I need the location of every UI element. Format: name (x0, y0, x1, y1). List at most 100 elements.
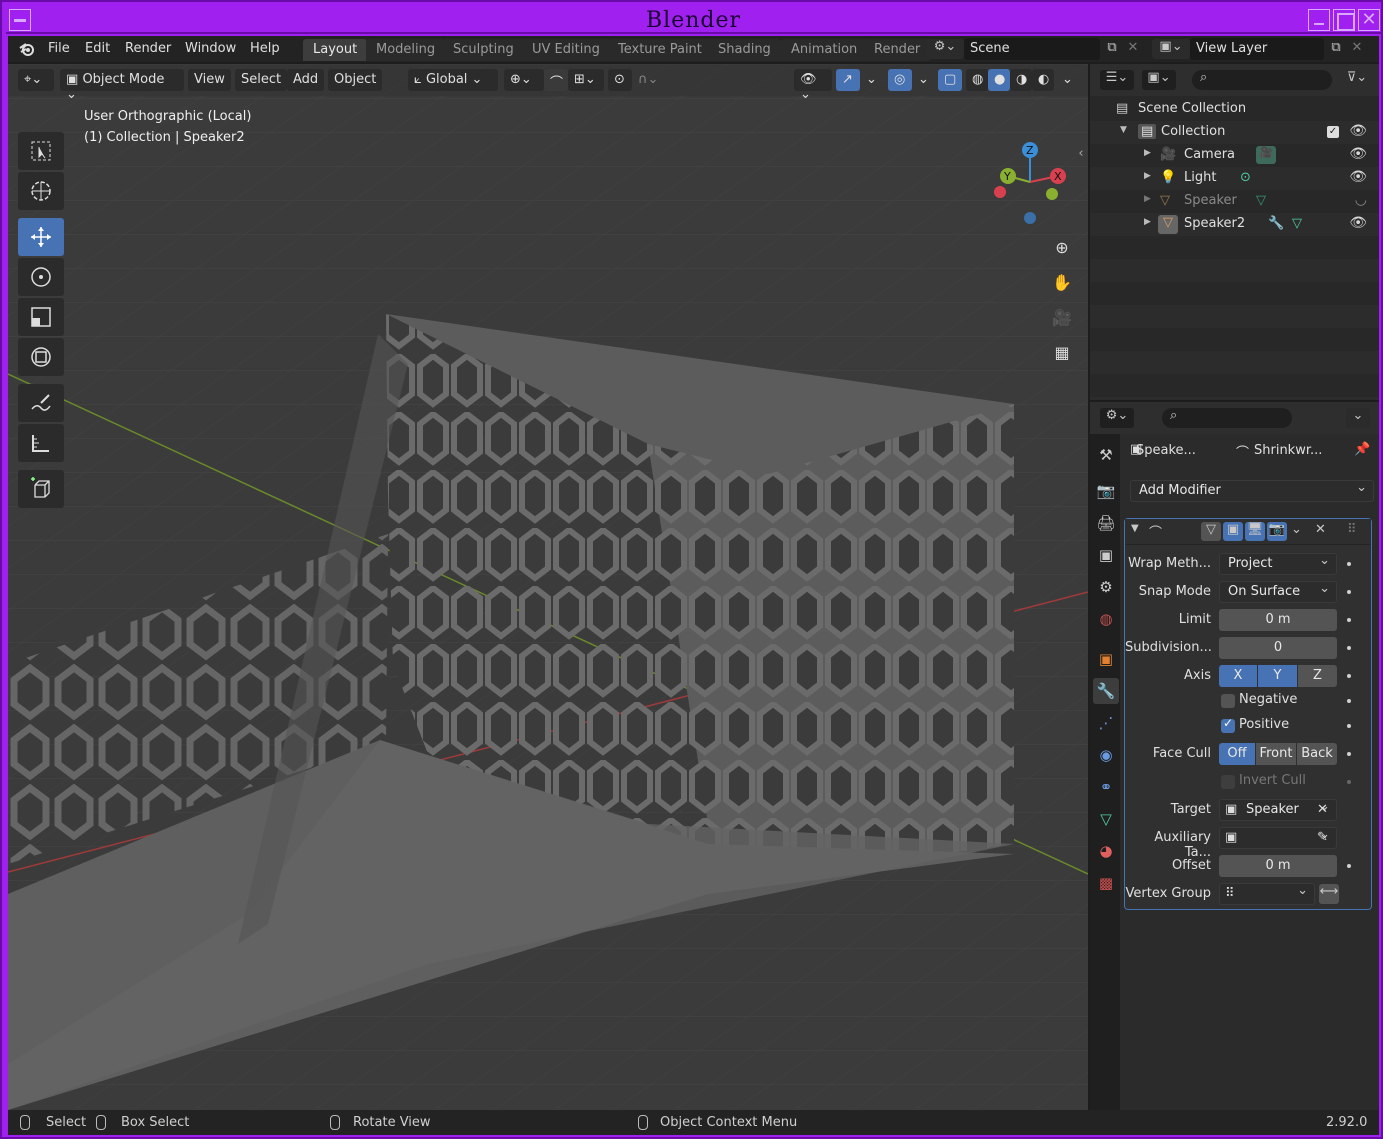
axis-z-toggle[interactable]: Z (1298, 665, 1337, 687)
view-layer-tab-icon[interactable]: ▣ (1093, 542, 1119, 568)
outliner-row-speaker[interactable]: ▶ ▽ Speaker ▽ ◡ (1090, 190, 1379, 213)
keyframe-dot[interactable] (1347, 699, 1351, 703)
eye-icon[interactable]: 👁 (1349, 123, 1367, 139)
properties-options-icon[interactable]: ⌄ (1346, 408, 1370, 428)
texture-tab-icon[interactable]: ▩ (1093, 870, 1119, 896)
viewport-toggle-icon[interactable]: 🖥 (1245, 522, 1265, 541)
axis-x-toggle[interactable]: X (1219, 665, 1257, 687)
visibility-icon[interactable]: 👁⌄ (794, 69, 832, 102)
positive-checkbox[interactable] (1221, 716, 1235, 733)
tab-shading[interactable]: Shading (708, 39, 781, 61)
keyframe-dot[interactable] (1347, 864, 1351, 868)
modifier-tab-icon[interactable]: 🔧 (1093, 678, 1119, 704)
overlays-toggle-icon[interactable]: ◎ (888, 69, 912, 91)
invert-vertex-group-icon[interactable]: ⟷ (1319, 884, 1339, 904)
menu-view[interactable]: View (188, 69, 231, 91)
expand-triangle-icon[interactable]: ▶ (1144, 194, 1151, 204)
render-tab-icon[interactable]: 📷 (1093, 478, 1119, 504)
menu-render[interactable]: Render (125, 41, 171, 56)
outliner-editor-type-icon[interactable]: ☰⌄ (1100, 70, 1134, 90)
snap-target-icon[interactable]: ⊞⌄ (568, 69, 604, 91)
collection-checkbox[interactable]: ✓ (1327, 126, 1339, 138)
keyframe-dot[interactable] (1347, 724, 1351, 728)
outliner-row-speaker2[interactable]: ▶ ▽ Speaker2 🔧 ▽ 👁 (1090, 213, 1379, 236)
menu-file[interactable]: File (48, 41, 70, 56)
eye-icon[interactable]: 👁 (1349, 146, 1367, 162)
3d-viewport[interactable]: ⌖⌄ ▣ Object Mode ⌄ View Select Add Objec… (8, 64, 1088, 1110)
wrap-method-dropdown[interactable]: Project (1219, 551, 1337, 575)
close-button[interactable]: ✕ (1358, 9, 1380, 31)
outliner-search-input[interactable]: ⌕ (1192, 70, 1332, 90)
material-tab-icon[interactable]: ◕ (1093, 838, 1119, 864)
menu-help[interactable]: Help (250, 41, 280, 56)
eye-icon[interactable]: 👁 (1349, 169, 1367, 185)
view-layer-icon[interactable]: ▣⌄ (1152, 39, 1190, 59)
menu-select[interactable]: Select (235, 69, 288, 91)
scene-selector-icon[interactable]: ⚙⌄ (926, 39, 964, 59)
editor-type-icon[interactable]: ⌖⌄ (18, 69, 54, 91)
collapse-triangle-icon[interactable]: ▼ (1131, 523, 1139, 534)
modifier-menu-icon[interactable]: ⌄ (1291, 522, 1302, 537)
pan-hand-icon[interactable]: ✋ (1048, 269, 1076, 297)
view-layer-field[interactable]: View Layer (1190, 38, 1324, 60)
new-view-layer-icon[interactable]: ⧉ (1326, 40, 1346, 55)
solid-shading-icon[interactable]: ● (988, 69, 1010, 91)
menu-add[interactable]: Add (287, 69, 325, 91)
object-tab-icon[interactable]: ▣ (1093, 646, 1119, 672)
light-data-icon[interactable]: ⊙ (1240, 170, 1251, 185)
keyframe-dot[interactable] (1347, 646, 1351, 650)
proportional-edit-icon[interactable]: ⊙ (608, 69, 632, 91)
xray-toggle-icon[interactable]: ▢ (938, 69, 962, 91)
scene-tab-icon[interactable]: ⚙ (1093, 574, 1119, 600)
properties-search-input[interactable]: ⌕ (1162, 408, 1292, 428)
add-cube-tool[interactable] (18, 470, 64, 508)
tab-animation[interactable]: Animation (781, 39, 868, 61)
constraints-tab-icon[interactable]: ⚭ (1093, 774, 1119, 800)
material-shading-icon[interactable]: ◑ (1010, 69, 1032, 91)
wrench-icon[interactable]: 🔧 (1268, 216, 1284, 231)
physics-tab-icon[interactable]: ◉ (1093, 742, 1119, 768)
expand-triangle-icon[interactable]: ▶ (1144, 171, 1151, 181)
limit-field[interactable]: 0 m (1219, 609, 1337, 631)
pivot-point-icon[interactable]: ⊕⌄ (504, 69, 544, 91)
scene-name-field[interactable]: Scene (964, 38, 1100, 60)
data-tab-icon[interactable]: ▽ (1093, 806, 1119, 832)
speaker-data-icon[interactable]: ▽ (1292, 216, 1302, 231)
pin-icon[interactable]: 📌 (1354, 442, 1370, 457)
sidebar-toggle-icon[interactable]: ‹ (1076, 146, 1086, 161)
speaker-data-icon[interactable]: ▽ (1256, 193, 1266, 208)
tab-modeling[interactable]: Modeling (366, 39, 446, 61)
gizmo-toggle-icon[interactable]: ↗ (836, 69, 860, 91)
move-tool[interactable] (18, 218, 64, 256)
eye-icon[interactable]: 👁 (1349, 215, 1367, 231)
snap-toggle-icon[interactable]: ⌒ (544, 69, 568, 91)
add-modifier-dropdown[interactable]: Add Modifier (1130, 478, 1374, 502)
gizmo-menu-icon[interactable]: ⌄ (860, 69, 878, 91)
menu-edit[interactable]: Edit (85, 41, 110, 56)
eyedropper-icon[interactable]: ✎ (1317, 830, 1328, 845)
rendered-shading-icon[interactable]: ◐ (1032, 69, 1054, 91)
display-mode-icon[interactable]: ▣⌄ (1142, 70, 1176, 90)
face-cull-front-option[interactable]: Front (1256, 743, 1296, 765)
invert-cull-checkbox[interactable] (1221, 775, 1235, 789)
measure-tool[interactable] (18, 424, 64, 462)
tab-uv-editing[interactable]: UV Editing (522, 39, 610, 61)
transform-orientation[interactable]: ⟀ Global ⌄ (408, 69, 498, 91)
properties-editor-type-icon[interactable]: ⚙⌄ (1100, 408, 1134, 428)
transform-tool[interactable] (18, 338, 64, 376)
remove-modifier-icon[interactable]: ✕ (1315, 522, 1326, 537)
wireframe-shading-icon[interactable]: ◍ (966, 69, 988, 91)
shading-menu-icon[interactable]: ⌄ (1056, 69, 1074, 91)
face-cull-off-option[interactable]: Off (1219, 743, 1255, 765)
rotate-tool[interactable] (18, 258, 64, 296)
axis-y-toggle[interactable]: Y (1258, 665, 1297, 687)
outliner-row-collection[interactable]: ▼ ▤ Collection ✓ 👁 (1090, 121, 1379, 144)
camera-view-icon[interactable]: 🎥 (1048, 304, 1076, 332)
blender-logo-icon[interactable] (18, 40, 36, 58)
camera-data-icon[interactable]: 🎥 (1256, 146, 1276, 164)
scale-tool[interactable] (18, 298, 64, 336)
delete-view-layer-icon[interactable]: ✕ (1348, 40, 1366, 55)
face-cull-back-option[interactable]: Back (1297, 743, 1337, 765)
keyframe-dot[interactable] (1347, 562, 1351, 566)
select-box-tool[interactable] (18, 132, 64, 170)
